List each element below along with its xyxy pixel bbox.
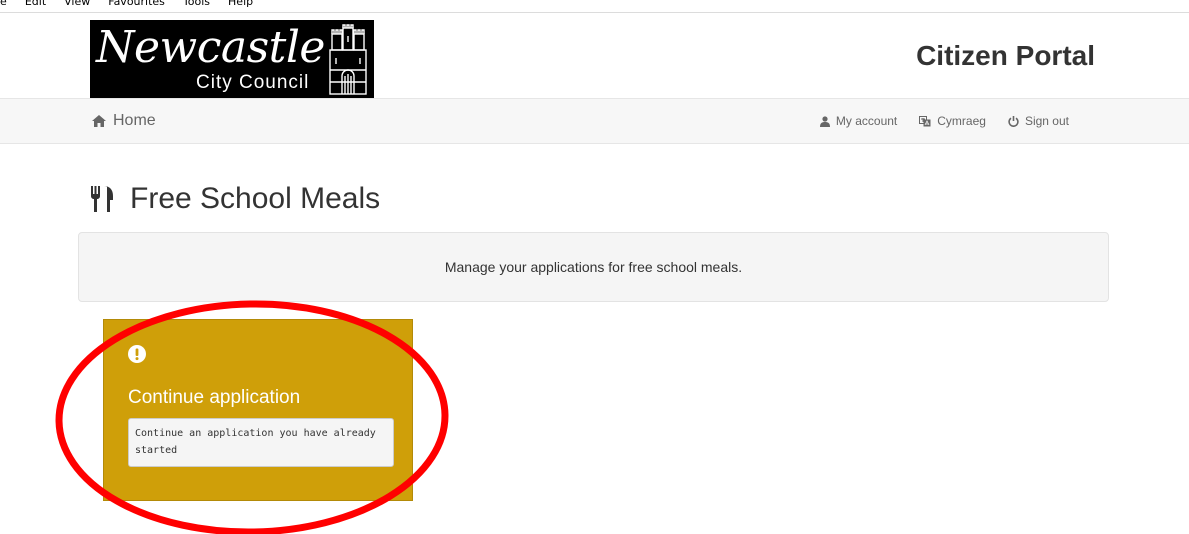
nav-user-links: My account Cymraeg Sign out bbox=[819, 114, 1069, 128]
browser-menu-items: le Edit View Favourites Tools Help bbox=[0, 0, 271, 8]
sign-out-link[interactable]: Sign out bbox=[1008, 114, 1069, 128]
home-icon bbox=[92, 115, 106, 127]
browser-menu-item[interactable]: le bbox=[0, 0, 7, 8]
logo-sub-text: City Council bbox=[196, 72, 310, 93]
continue-application-card[interactable]: Continue application Continue an applica… bbox=[103, 319, 413, 501]
language-label: Cymraeg bbox=[937, 114, 986, 128]
language-icon bbox=[919, 115, 931, 126]
nav-home-link[interactable]: Home bbox=[92, 112, 156, 130]
user-icon bbox=[819, 115, 830, 127]
nav-home-label: Home bbox=[113, 112, 156, 129]
browser-menu-item[interactable]: Help bbox=[228, 0, 253, 8]
info-text: Manage your applications for free school… bbox=[444, 259, 743, 275]
my-account-link[interactable]: My account bbox=[819, 114, 898, 128]
portal-title: Citizen Portal bbox=[916, 40, 1095, 71]
card-description: Continue an application you have already… bbox=[128, 418, 394, 467]
castle-icon bbox=[329, 24, 367, 95]
browser-menu-item[interactable]: View bbox=[64, 0, 90, 8]
my-account-label: My account bbox=[835, 114, 898, 128]
card-title: Continue application bbox=[128, 387, 301, 408]
top-navbar: Home My account Cymraeg Sign out bbox=[0, 98, 1189, 144]
browser-menu-item[interactable]: Favourites bbox=[108, 0, 165, 8]
page-title-text: Free School Meals bbox=[130, 182, 381, 215]
browser-menu-item[interactable]: Tools bbox=[183, 0, 210, 8]
browser-menubar: le Edit View Favourites Tools Help bbox=[0, 0, 1189, 12]
council-logo[interactable]: Newcastle City Council bbox=[90, 20, 374, 98]
exclamation-icon bbox=[128, 345, 146, 363]
logo-main-text: Newcastle bbox=[96, 22, 325, 73]
page-title: Free School Meals bbox=[90, 182, 380, 216]
cutlery-icon bbox=[91, 186, 113, 212]
language-link[interactable]: Cymraeg bbox=[919, 114, 986, 128]
browser-menu-item[interactable]: Edit bbox=[25, 0, 46, 8]
info-panel: Manage your applications for free school… bbox=[78, 232, 1109, 302]
sign-out-label: Sign out bbox=[1024, 114, 1069, 128]
browser-divider bbox=[0, 12, 1189, 13]
power-icon bbox=[1008, 115, 1019, 127]
